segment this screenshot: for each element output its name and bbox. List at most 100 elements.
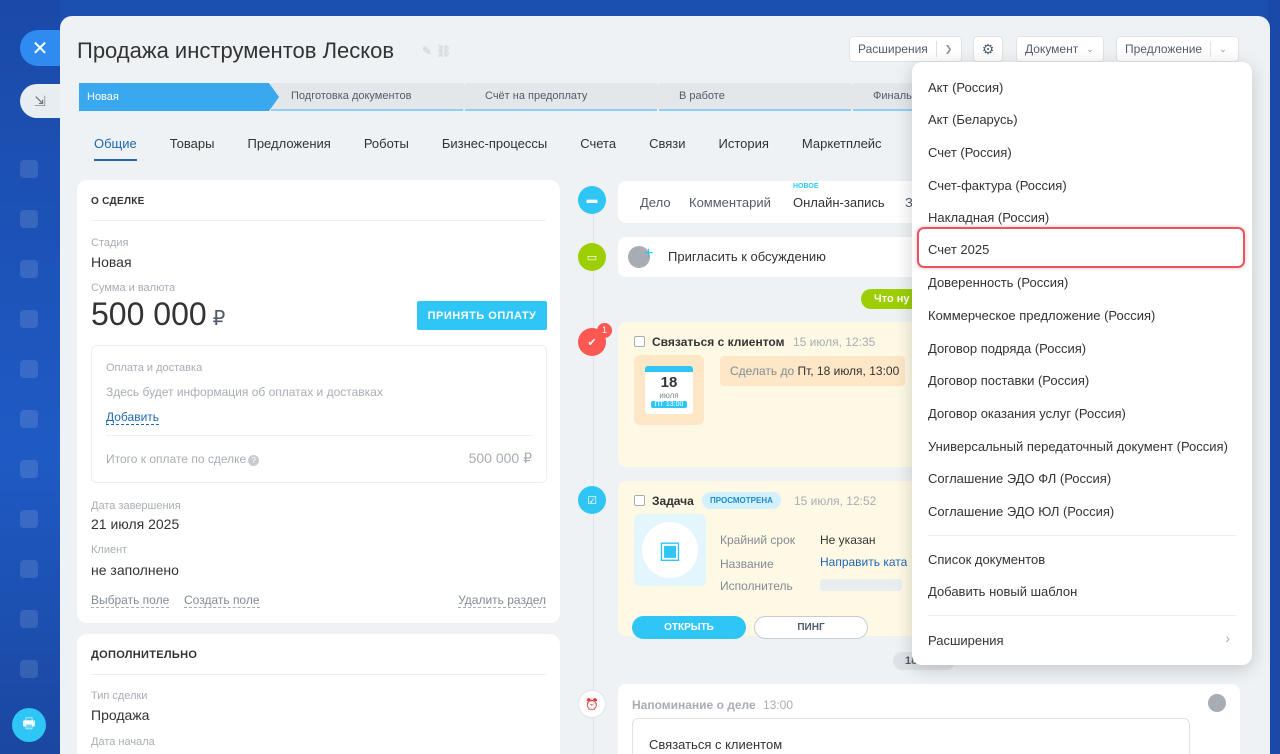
menu-item[interactable]: Коммерческое предложение (Россия)	[928, 308, 1155, 323]
invite-text: Пригласить к обсуждению	[668, 249, 826, 264]
task-deadline-value: Не указан	[820, 533, 876, 547]
task-name-link[interactable]: Направить ката	[820, 555, 907, 569]
link-icon[interactable]: ⛓	[436, 44, 455, 58]
print-button[interactable]: 🖶	[12, 708, 46, 742]
menu-item[interactable]: Счет (Россия)	[928, 145, 1012, 160]
payment-title: Оплата и доставка	[106, 362, 203, 374]
help-icon[interactable]: ?	[248, 455, 260, 466]
create-field-link[interactable]: Создать поле	[184, 593, 260, 608]
open-task-button[interactable]: ОТКРЫТЬ	[632, 616, 746, 639]
plus-icon: +	[644, 245, 654, 262]
stage-docs[interactable]: Подготовка документов	[271, 83, 473, 111]
settings-button[interactable]: ⚙	[973, 36, 1003, 62]
tab-proposals[interactable]: Предложения	[247, 136, 330, 161]
activity-time: 15 июля, 12:35	[793, 335, 876, 349]
ping-button[interactable]: ПИНГ	[754, 616, 868, 639]
payment-info: Здесь будет информация об оплатах и дост…	[106, 385, 383, 399]
alarm-icon: ⏰	[578, 690, 606, 718]
menu-item[interactable]: Накладная (Россия)	[928, 210, 1049, 225]
complete-checkbox[interactable]	[634, 336, 645, 347]
menu-documents-list[interactable]: Список документов	[928, 552, 1045, 567]
deadline-chip[interactable]: Сделать до Пт, 18 июля, 13:00	[720, 356, 905, 386]
tab-history[interactable]: История	[719, 136, 769, 161]
rail-icon	[20, 210, 38, 228]
title-edit-icons: ✎⛓	[422, 44, 455, 58]
start-date-label: Дата начала	[91, 736, 155, 748]
pencil-icon[interactable]: ✎	[422, 44, 436, 58]
task-deadline-label: Крайний срок	[720, 533, 796, 547]
task-checkbox[interactable]	[634, 495, 645, 506]
tab-general[interactable]: Общие	[94, 136, 137, 161]
deal-type-value[interactable]: Продажа	[91, 707, 149, 723]
tab-online-booking[interactable]: Онлайн-запись	[793, 195, 885, 210]
tab-comment[interactable]: Комментарий	[689, 195, 771, 210]
close-icon: ✕	[31, 37, 49, 60]
chevron-down-icon: ⌄	[1219, 43, 1227, 54]
stage-label: Стадия	[91, 237, 129, 249]
rail-icon	[20, 610, 38, 628]
currency-symbol: ₽	[212, 308, 226, 330]
close-slider-button[interactable]: ✕	[20, 30, 60, 66]
tab-marketplace[interactable]: Маркетплейс	[802, 136, 882, 161]
menu-item[interactable]: Счет-фактура (Россия)	[928, 178, 1067, 193]
user-avatar-icon	[1208, 694, 1226, 712]
activity-count-badge: 1	[597, 323, 612, 338]
minimize-slider-button[interactable]: ⇲	[20, 84, 60, 118]
menu-item[interactable]: Акт (Россия)	[928, 80, 1003, 95]
reminder-title: Напоминание о деле	[632, 698, 756, 712]
menu-item[interactable]: Договор оказания услуг (Россия)	[928, 406, 1126, 421]
chevron-down-icon: ❯	[944, 43, 953, 54]
stage-new[interactable]: Новая	[79, 83, 279, 111]
task-check-icon: ☑	[578, 486, 606, 514]
rail-icon	[20, 510, 38, 528]
menu-item[interactable]: Договор поставки (Россия)	[928, 373, 1089, 388]
extensions-dropdown[interactable]: Расширения ❯	[849, 36, 962, 62]
tab-products[interactable]: Товары	[170, 136, 215, 161]
stage-in-progress[interactable]: В работе	[659, 83, 861, 111]
task-name-label: Название	[720, 557, 774, 571]
rail-icon	[20, 160, 38, 178]
amount-value[interactable]: 500 000 ₽	[91, 296, 225, 333]
section-title: ДОПОЛНИТЕЛЬНО	[91, 649, 198, 661]
tab-robots[interactable]: Роботы	[364, 136, 409, 161]
menu-item[interactable]: Акт (Беларусь)	[928, 112, 1018, 127]
activity-title[interactable]: Связаться с клиентом	[652, 335, 784, 349]
chevron-down-icon: ⌄	[1086, 43, 1094, 54]
reminder-card: Напоминание о деле 13:00 Связаться с кли…	[618, 684, 1240, 754]
amount-label: Сумма и валюта	[91, 282, 176, 294]
document-dropdown[interactable]: Документ ⌄	[1016, 36, 1104, 62]
extra-card: ДОПОЛНИТЕЛЬНО Тип сделки Продажа Дата на…	[77, 634, 560, 754]
tab-deal[interactable]: Дело	[640, 195, 671, 210]
menu-extensions[interactable]: Расширения	[928, 633, 1004, 648]
menu-item-invoice-2025[interactable]: Счет 2025	[928, 242, 989, 257]
calendar-icon: 18 июля ПТ 13:00	[634, 355, 704, 425]
delete-section-link[interactable]: Удалить раздел	[458, 593, 546, 608]
reminder-text: Связаться с клиентом	[632, 718, 1190, 754]
client-value[interactable]: не заполнено	[91, 562, 179, 578]
proposal-dropdown[interactable]: Предложение ⌄	[1116, 36, 1239, 62]
stage-bar: Новая Подготовка документов Счёт на пред…	[79, 83, 945, 111]
rail-icon	[20, 260, 38, 278]
task-status-badge: ПРОСМОТРЕНА	[702, 492, 781, 509]
tab-business-processes[interactable]: Бизнес-процессы	[442, 136, 547, 161]
tab-links[interactable]: Связи	[649, 136, 685, 161]
menu-add-template[interactable]: Добавить новый шаблон	[928, 584, 1077, 599]
close-date-value[interactable]: 21 июля 2025	[91, 516, 179, 532]
menu-item[interactable]: Соглашение ЭДО ЮЛ (Россия)	[928, 504, 1114, 519]
menu-item[interactable]: Договор подряда (Россия)	[928, 341, 1086, 356]
section-title: О СДЕЛКЕ	[91, 196, 145, 207]
stage-invoice[interactable]: Счёт на предоплату	[465, 83, 667, 111]
payment-delivery-box: Оплата и доставка Здесь будет информация…	[91, 345, 547, 483]
add-payment-link[interactable]: Добавить	[106, 410, 160, 425]
menu-item[interactable]: Соглашение ЭДО ФЛ (Россия)	[928, 471, 1111, 486]
rail-icon	[20, 660, 38, 678]
task-title[interactable]: Задача	[652, 494, 694, 508]
menu-item[interactable]: Универсальный передаточный документ (Рос…	[928, 439, 1228, 454]
accept-payment-button[interactable]: ПРИНЯТЬ ОПЛАТУ	[417, 301, 547, 330]
menu-item[interactable]: Доверенность (Россия)	[928, 275, 1068, 290]
deal-type-label: Тип сделки	[91, 690, 148, 702]
stage-value[interactable]: Новая	[91, 254, 132, 270]
select-field-link[interactable]: Выбрать поле	[91, 593, 170, 608]
tab-invoices[interactable]: Счета	[580, 136, 616, 161]
proposal-label: Предложение	[1125, 42, 1203, 56]
